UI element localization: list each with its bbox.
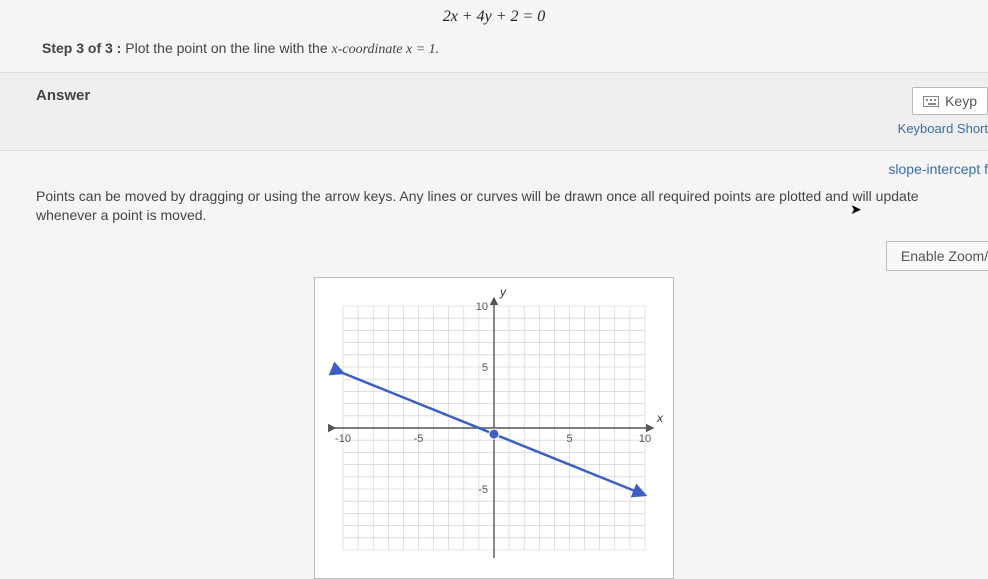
instruction-text: Points can be moved by dragging or using… [0, 183, 988, 235]
enable-zoom-pan-button[interactable]: Enable Zoom/Pan [886, 241, 988, 271]
equation-display: 2x + 4y + 2 = 0 [0, 0, 988, 34]
answer-label: Answer [36, 87, 90, 104]
keypad-label: Keyp [945, 93, 977, 109]
graph-box[interactable]: x y -10 -5 5 10 -5 5 10 [314, 277, 674, 579]
coordinate-plane[interactable]: x y -10 -5 5 10 -5 5 10 [315, 278, 673, 578]
slope-intercept-link[interactable]: slope-intercept f [0, 151, 988, 183]
svg-text:10: 10 [476, 301, 488, 313]
step-var: x-coordinate x = 1. [332, 42, 440, 57]
keyboard-shortcuts-link[interactable]: Keyboard Short [898, 121, 988, 136]
svg-text:-5: -5 [414, 433, 424, 445]
step-prefix: Step 3 of 3 : [42, 40, 121, 56]
step-text: Plot the point on the line with the [125, 40, 331, 56]
keyboard-icon [923, 96, 939, 107]
svg-text:x: x [656, 411, 664, 425]
keypad-button[interactable]: Keyp [912, 87, 988, 115]
svg-text:-10: -10 [335, 433, 351, 445]
svg-text:5: 5 [566, 433, 572, 445]
svg-text:10: 10 [639, 433, 651, 445]
svg-text:y: y [499, 285, 507, 299]
answer-bar: Answer Keyp Keyboard Short ➤ [0, 73, 988, 151]
step-instruction: Step 3 of 3 : Plot the point on the line… [0, 34, 988, 73]
graph-area: Enable Zoom/Pan x y -10 -5 5 10 -5 5 10 [0, 235, 988, 579]
svg-text:5: 5 [482, 362, 488, 374]
svg-text:-5: -5 [478, 484, 488, 496]
